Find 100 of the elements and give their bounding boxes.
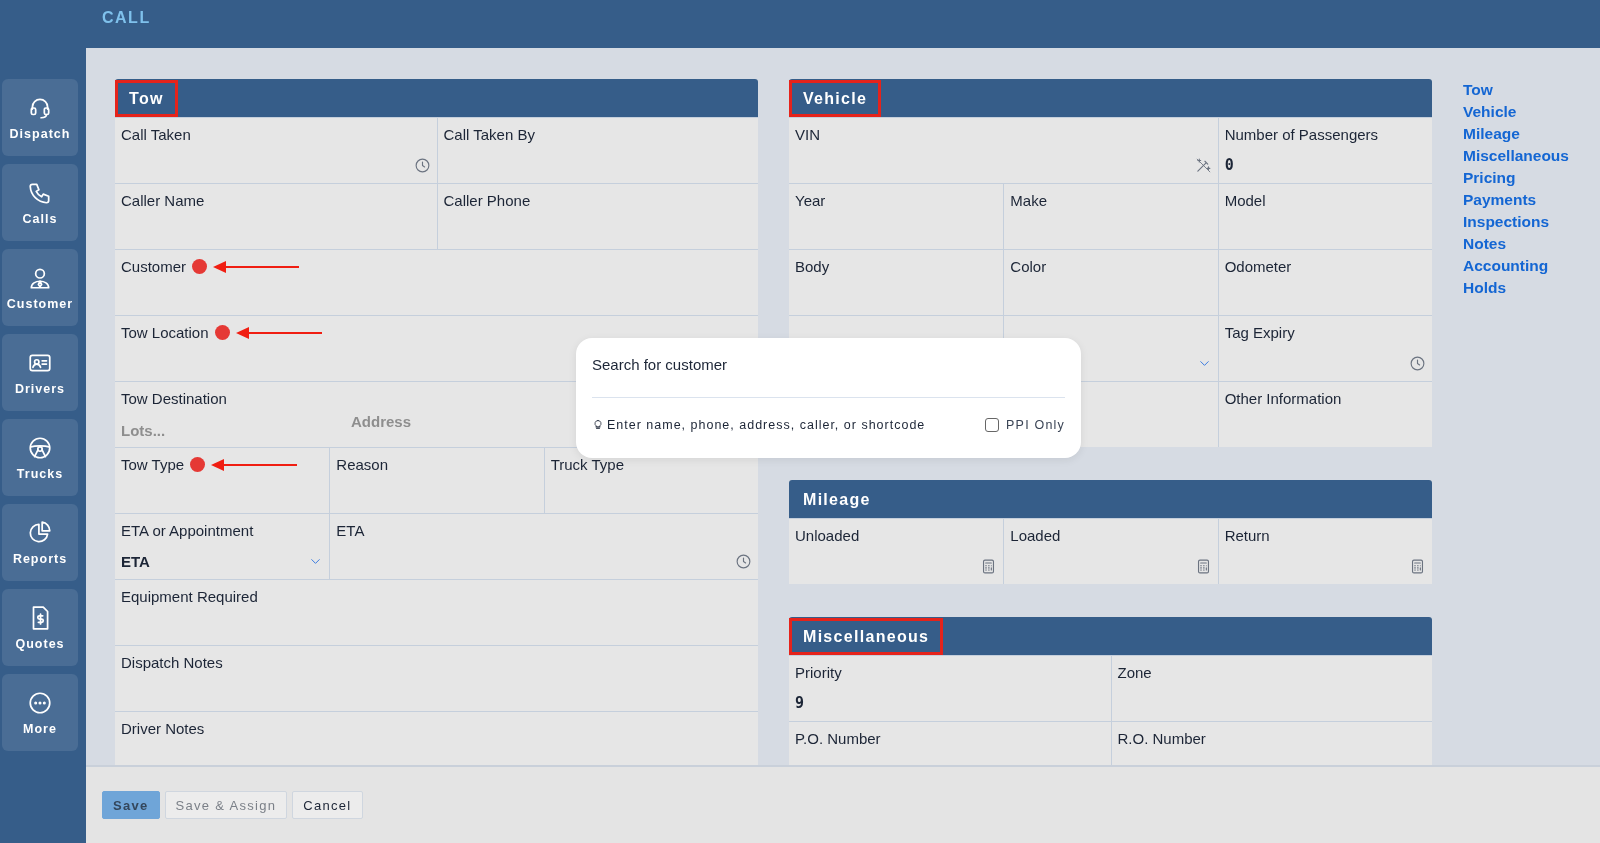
- field-label: Model: [1224, 192, 1266, 209]
- sidebar-item[interactable]: Dispatch: [2, 79, 78, 156]
- form-field[interactable]: Body: [789, 250, 1004, 315]
- section-link[interactable]: Accounting: [1463, 257, 1549, 275]
- field-label: Tow Location: [121, 324, 209, 341]
- sidebar-item[interactable]: Reports: [2, 504, 78, 581]
- sidebar-item[interactable]: More: [2, 674, 78, 751]
- form-field[interactable]: Tow Type: [115, 448, 330, 513]
- panel-title: Vehicle: [789, 79, 882, 117]
- form-field[interactable]: Priority 9: [789, 656, 1111, 721]
- form-field[interactable]: Dispatch Notes: [115, 646, 758, 711]
- page-title: CALL: [102, 9, 151, 27]
- form-field[interactable]: Driver Notes: [115, 712, 758, 765]
- field-label: Unloaded: [795, 527, 860, 544]
- calculator-icon: [1409, 557, 1426, 575]
- field-label: Color: [1010, 258, 1047, 275]
- form-field[interactable]: Odometer: [1217, 250, 1432, 315]
- clock-icon: [413, 156, 431, 174]
- section-link[interactable]: Tow: [1463, 81, 1493, 99]
- form-field[interactable]: Model: [1217, 184, 1432, 249]
- sidebar-item[interactable]: Customer: [2, 249, 78, 326]
- form-field[interactable]: Loaded: [1003, 519, 1218, 584]
- form-field[interactable]: VIN: [789, 118, 1218, 183]
- pie-chart-icon: [27, 519, 53, 546]
- section-link[interactable]: Vehicle: [1463, 103, 1517, 121]
- checkbox[interactable]: [985, 418, 1000, 432]
- field-label: Customer: [121, 258, 187, 275]
- sidebar-item[interactable]: Drivers: [2, 334, 78, 411]
- form-field[interactable]: ETA: [329, 514, 758, 579]
- section-link[interactable]: Notes: [1463, 235, 1507, 253]
- form-field[interactable]: ETA or Appointment ETA: [115, 514, 330, 579]
- field-label: Caller Name: [121, 192, 205, 209]
- lightbulb-icon: [592, 418, 604, 432]
- section-link[interactable]: Mileage: [1463, 125, 1520, 143]
- form-field[interactable]: Zone: [1110, 656, 1432, 721]
- form-field[interactable]: Equipment Required: [115, 580, 758, 645]
- panel-title: Tow: [115, 79, 178, 117]
- section-link[interactable]: Payments: [1463, 191, 1537, 209]
- field-label: Other Information: [1224, 390, 1342, 407]
- sidebar-item[interactable]: Quotes: [2, 589, 78, 666]
- field-label: Truck Type: [550, 456, 624, 473]
- field-label: Priority: [795, 664, 842, 681]
- field-label: Make: [1010, 192, 1047, 209]
- form-field[interactable]: P.O. Number: [789, 722, 1111, 765]
- field-label: Year: [795, 192, 826, 209]
- magic-wand-icon: [1194, 156, 1212, 174]
- field-label: Body: [795, 258, 830, 275]
- field-label: Zone: [1117, 664, 1152, 681]
- field-label: Equipment Required: [121, 588, 258, 605]
- form-field[interactable]: Reason: [329, 448, 544, 513]
- field-label: R.O. Number: [1117, 730, 1206, 747]
- sidebar-item[interactable]: Calls: [2, 164, 78, 241]
- field-label: Return: [1224, 527, 1270, 544]
- form-field[interactable]: Return: [1217, 519, 1432, 584]
- section-link[interactable]: Pricing: [1463, 169, 1516, 187]
- field-value: 0: [1224, 156, 1234, 174]
- form-field[interactable]: Color: [1003, 250, 1218, 315]
- clock-icon: [1409, 354, 1426, 372]
- form-field[interactable]: Number of Passengers 0: [1217, 118, 1432, 183]
- footer-button[interactable]: Cancel: [292, 791, 363, 819]
- field-label: ETA: [336, 522, 365, 539]
- field-label: Caller Phone: [443, 192, 531, 209]
- field-value: ETA: [121, 552, 150, 570]
- more-icon: [27, 689, 53, 716]
- form-field[interactable]: Call Taken: [115, 118, 437, 183]
- steering-wheel-icon: [27, 434, 53, 461]
- field-label: VIN: [795, 126, 820, 143]
- field-value: 9: [795, 694, 805, 712]
- input-field[interactable]: Lots...: [121, 422, 261, 439]
- form-field[interactable]: Unloaded: [789, 519, 1004, 584]
- field-label: Odometer: [1224, 258, 1292, 275]
- section-link[interactable]: Miscellaneous: [1463, 147, 1569, 165]
- input-field[interactable]: Address: [351, 413, 491, 430]
- popup-title: Search for customer: [592, 356, 729, 373]
- field-label: Loaded: [1010, 527, 1061, 544]
- sidebar-item[interactable]: Trucks: [2, 419, 78, 496]
- clock-icon: [735, 552, 752, 570]
- checkbox-label: PPI Only: [1006, 418, 1065, 432]
- form-field[interactable]: Other Information: [1217, 382, 1432, 447]
- form-field[interactable]: Caller Phone: [436, 184, 758, 249]
- section-link[interactable]: Inspections: [1463, 213, 1550, 231]
- field-label: P.O. Number: [795, 730, 881, 747]
- field-label: Driver Notes: [121, 720, 205, 737]
- form-field[interactable]: Caller Name: [115, 184, 437, 249]
- field-label: Tow Type: [121, 456, 185, 473]
- panel-title: Mileage: [802, 489, 872, 510]
- field-label: Call Taken: [121, 126, 191, 143]
- form-field[interactable]: Make: [1003, 184, 1218, 249]
- field-label: Dispatch Notes: [121, 654, 223, 671]
- field-label: Tow Destination: [121, 390, 227, 407]
- panel-title: Miscellaneous: [789, 617, 944, 655]
- field-label: Reason: [336, 456, 389, 473]
- field-label: ETA or Appointment: [121, 522, 254, 539]
- form-field[interactable]: Call Taken By: [436, 118, 758, 183]
- field-label: Call Taken By: [443, 126, 535, 143]
- section-link[interactable]: Holds: [1463, 279, 1507, 297]
- form-field[interactable]: Customer: [115, 250, 758, 315]
- form-field[interactable]: Year: [789, 184, 1004, 249]
- form-field[interactable]: Tag Expiry: [1217, 316, 1432, 381]
- field-label: Tag Expiry: [1224, 324, 1295, 341]
